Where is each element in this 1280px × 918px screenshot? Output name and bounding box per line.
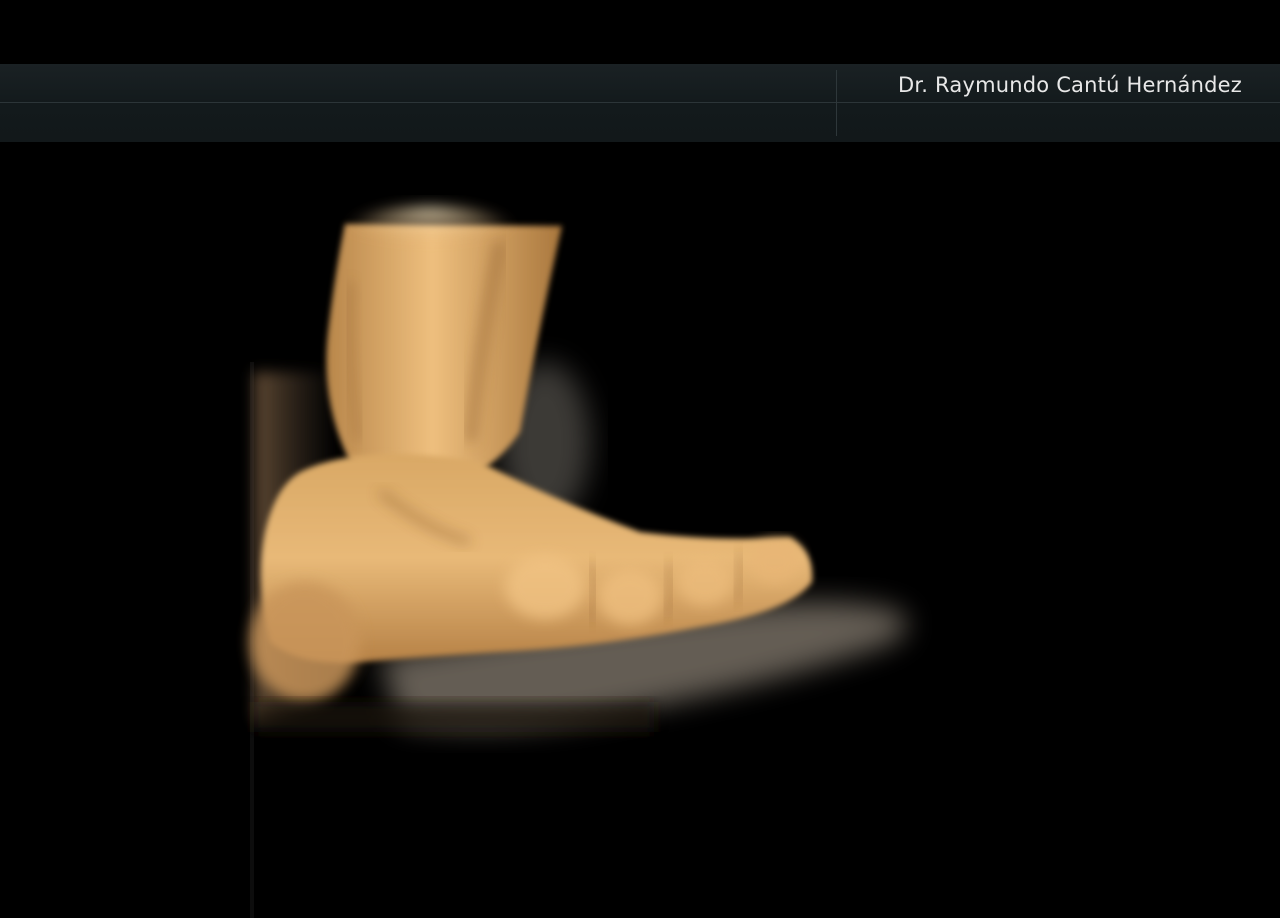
3d-render-image <box>250 207 907 918</box>
header-vertical-divider <box>836 70 837 136</box>
ultrasound-render-viewport <box>0 142 1280 918</box>
ultrasound-screen: Dr. Raymundo Cantú Hernández <box>0 0 1280 918</box>
header-bar: Dr. Raymundo Cantú Hernández <box>0 64 1280 142</box>
top-black-strip <box>0 0 1280 64</box>
doctor-name-label: Dr. Raymundo Cantú Hernández <box>898 73 1242 97</box>
header-separator-line <box>0 102 1280 103</box>
